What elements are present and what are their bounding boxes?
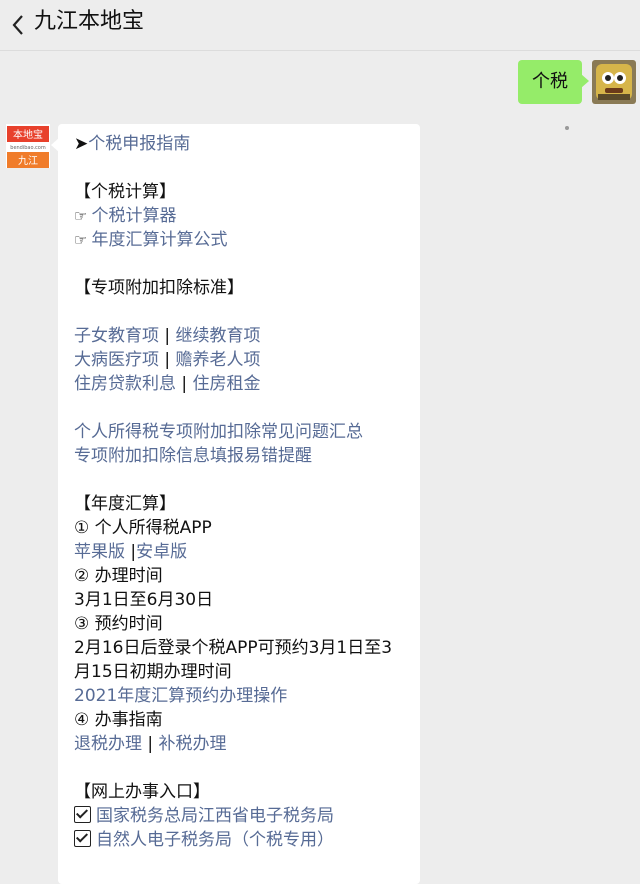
- continuing-education-link[interactable]: 继续教育项: [176, 326, 261, 346]
- housing-rent-link[interactable]: 住房租金: [193, 374, 261, 394]
- guide-link[interactable]: 个税申报指南: [88, 134, 190, 154]
- top-bar: 九江本地宝: [0, 0, 640, 51]
- deduction-heading: 【专项附加扣除标准】: [74, 278, 244, 298]
- official-account-avatar[interactable]: 本地宝 bendibao.com 九江: [6, 124, 50, 168]
- android-app-link[interactable]: 安卓版: [136, 542, 187, 562]
- calc-heading: 【个税计算】: [74, 182, 176, 202]
- jiangxi-etax-link[interactable]: 国家税务总局江西省电子税务局: [96, 806, 334, 826]
- step-3: ③ 预约时间: [74, 614, 163, 634]
- tax-calculator-link[interactable]: 个税计算器: [91, 206, 176, 226]
- arrow-icon: ➤: [74, 134, 89, 154]
- user-avatar[interactable]: [592, 60, 636, 104]
- avatar-brand-text: 本地宝: [13, 128, 43, 141]
- individual-etax-link[interactable]: 自然人电子税务局（个税专用）: [96, 830, 334, 850]
- step-4: ④ 办事指南: [74, 710, 163, 730]
- annual-heading: 【年度汇算】: [74, 494, 176, 514]
- back-arrow-icon[interactable]: [6, 10, 30, 40]
- supplement-tax-link[interactable]: 补税办理: [159, 734, 227, 754]
- appointment-text-1: 2月16日后登录个税APP可预约3月1日至3: [74, 638, 393, 658]
- avatar-city-text: 九江: [18, 155, 38, 167]
- pointing-hand-icon: ☞: [74, 207, 88, 225]
- avatar-url-text: bendibao.com: [10, 145, 46, 151]
- medical-link[interactable]: 大病医疗项: [74, 350, 159, 370]
- checkbox-icon: [74, 806, 91, 823]
- annual-formula-link[interactable]: 年度汇算计算公式: [91, 230, 227, 250]
- guide-line: ➤个税申报指南: [74, 132, 414, 156]
- deduction-errors-link[interactable]: 专项附加扣除信息填报易错提醒: [74, 446, 312, 466]
- step-2: ② 办理时间: [74, 566, 163, 586]
- status-dot: [565, 126, 569, 130]
- pointing-hand-icon: ☞: [74, 231, 88, 249]
- chat-title: 九江本地宝: [34, 9, 145, 34]
- elderly-support-link[interactable]: 赡养老人项: [176, 350, 261, 370]
- time-range: 3月1日至6月30日: [74, 590, 214, 610]
- deduction-faq-link[interactable]: 个人所得税专项附加扣除常见问题汇总: [74, 422, 363, 442]
- reply-message-card: ➤个税申报指南 【个税计算】 ☞ 个税计算器 ☞ 年度汇算计算公式 【专项附加扣除标…: [51, 124, 420, 884]
- checkbox-icon: [74, 830, 91, 847]
- online-heading: 【网上办事入口】: [74, 782, 210, 802]
- appointment-text-2: 月15日初期办理时间: [74, 662, 232, 682]
- refund-link[interactable]: 退税办理: [74, 734, 142, 754]
- appointment-link[interactable]: 2021年度汇算预约办理操作: [74, 686, 287, 706]
- user-message-bubble[interactable]: 个税: [518, 60, 589, 104]
- step-1: ① 个人所得税APP: [74, 518, 212, 538]
- mortgage-interest-link[interactable]: 住房贷款利息: [74, 374, 176, 394]
- child-education-link[interactable]: 子女教育项: [74, 326, 159, 346]
- ios-app-link[interactable]: 苹果版: [74, 542, 125, 562]
